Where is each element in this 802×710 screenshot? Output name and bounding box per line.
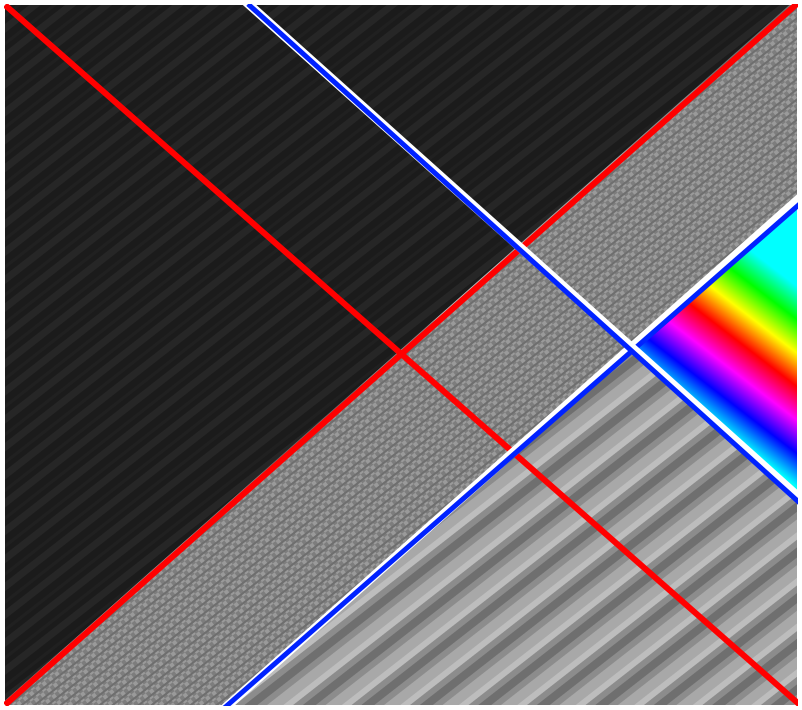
figure-canvas [0, 0, 802, 710]
wave-pattern-figure [0, 0, 802, 710]
